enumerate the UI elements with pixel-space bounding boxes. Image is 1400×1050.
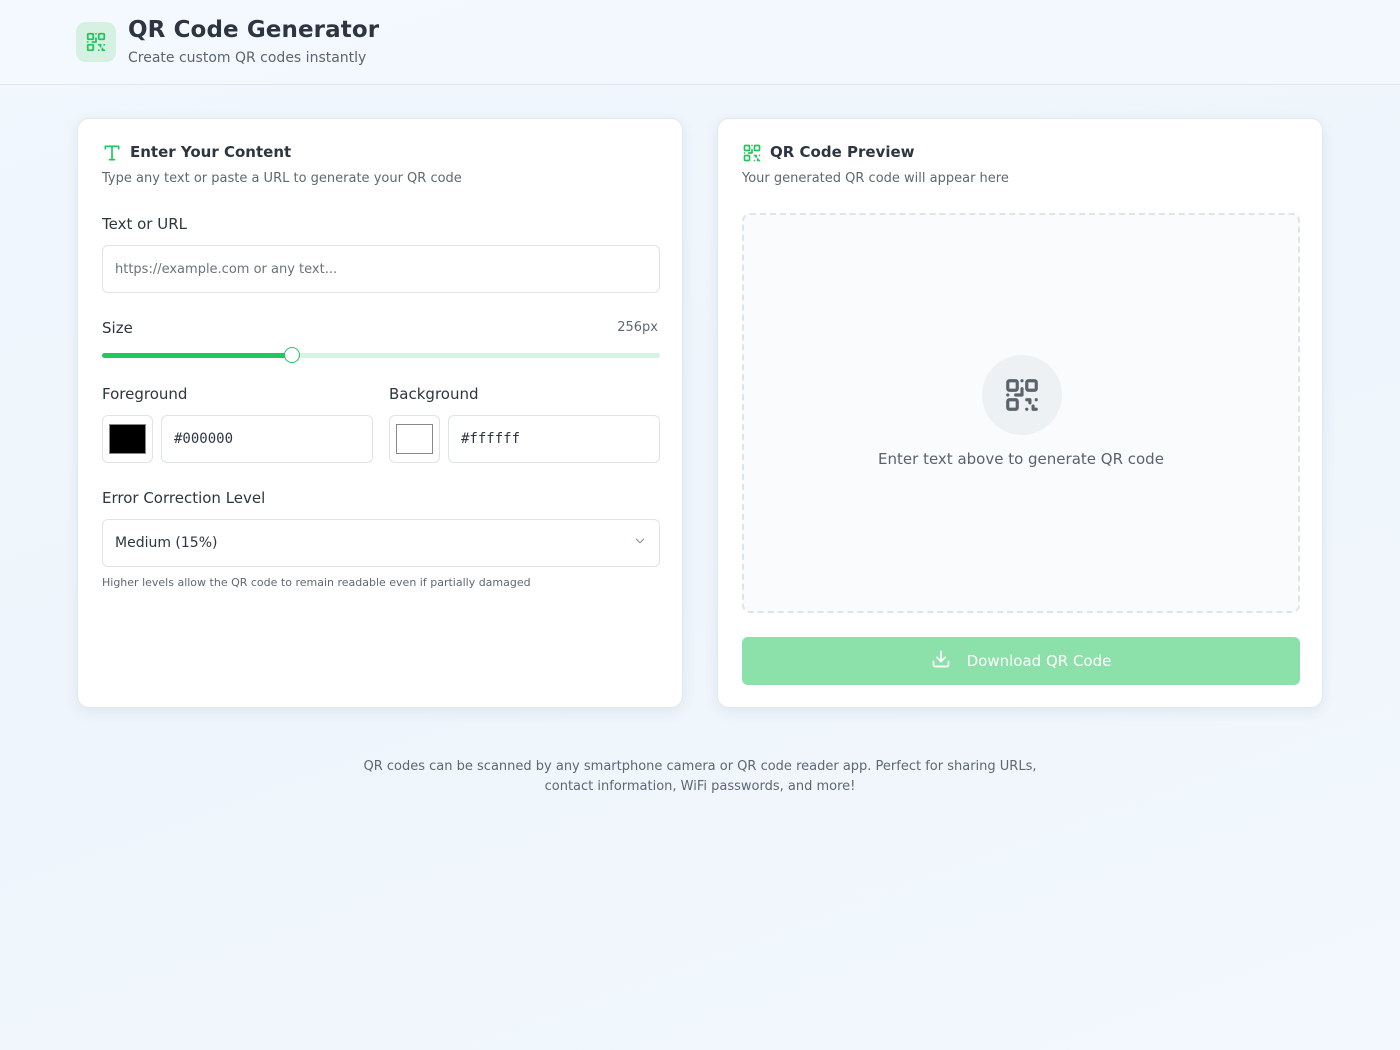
qr-code-icon bbox=[76, 22, 116, 62]
error-correction-value: Medium (15%) bbox=[115, 535, 218, 551]
size-slider-thumb[interactable] bbox=[283, 347, 300, 363]
download-button-label: Download QR Code bbox=[966, 652, 1112, 670]
foreground-color-picker[interactable] bbox=[102, 415, 153, 463]
size-value: 256px bbox=[617, 320, 658, 335]
background-hex-input[interactable]: #ffffff bbox=[448, 415, 660, 463]
footer-info: QR codes can be scanned by any smartphon… bbox=[350, 757, 1050, 797]
size-slider[interactable] bbox=[102, 347, 660, 363]
background-swatch bbox=[396, 424, 433, 454]
preview-card: QR Code Preview Your generated QR code w… bbox=[717, 118, 1323, 708]
text-url-label: Text or URL bbox=[102, 215, 187, 233]
footer-line-2: contact information, WiFi passwords, and… bbox=[544, 779, 856, 794]
size-label: Size bbox=[102, 319, 133, 337]
error-correction-select[interactable]: Medium (15%) bbox=[102, 519, 660, 567]
app-title: QR Code Generator bbox=[128, 17, 380, 43]
foreground-swatch bbox=[109, 424, 146, 454]
content-card-description: Type any text or paste a URL to generate… bbox=[102, 171, 462, 186]
preview-card-description: Your generated QR code will appear here bbox=[742, 171, 1009, 186]
content-card-title: Enter Your Content bbox=[130, 143, 292, 161]
footer-line-1: QR codes can be scanned by any smartphon… bbox=[363, 759, 1037, 774]
error-correction-label: Error Correction Level bbox=[102, 489, 266, 507]
qr-preview-area: Enter text above to generate QR code bbox=[742, 213, 1300, 613]
error-correction-hint: Higher levels allow the QR code to remai… bbox=[102, 576, 531, 589]
chevron-down-icon bbox=[633, 534, 647, 552]
background-label: Background bbox=[389, 385, 479, 403]
preview-empty-message: Enter text above to generate QR code bbox=[878, 450, 1164, 468]
foreground-label: Foreground bbox=[102, 385, 188, 403]
text-url-input[interactable] bbox=[102, 245, 660, 293]
qr-code-icon bbox=[742, 143, 762, 163]
foreground-hex-input[interactable]: #000000 bbox=[161, 415, 373, 463]
background-color-picker[interactable] bbox=[389, 415, 440, 463]
qr-placeholder-icon bbox=[982, 355, 1062, 435]
download-icon bbox=[931, 649, 951, 673]
preview-card-title: QR Code Preview bbox=[770, 143, 915, 161]
download-button[interactable]: Download QR Code bbox=[742, 637, 1300, 685]
size-slider-fill bbox=[102, 353, 292, 358]
content-card: Enter Your Content Type any text or past… bbox=[77, 118, 683, 708]
app-subtitle: Create custom QR codes instantly bbox=[128, 50, 367, 66]
text-type-icon bbox=[102, 143, 122, 163]
app-header: QR Code Generator Create custom QR codes… bbox=[0, 0, 1400, 85]
